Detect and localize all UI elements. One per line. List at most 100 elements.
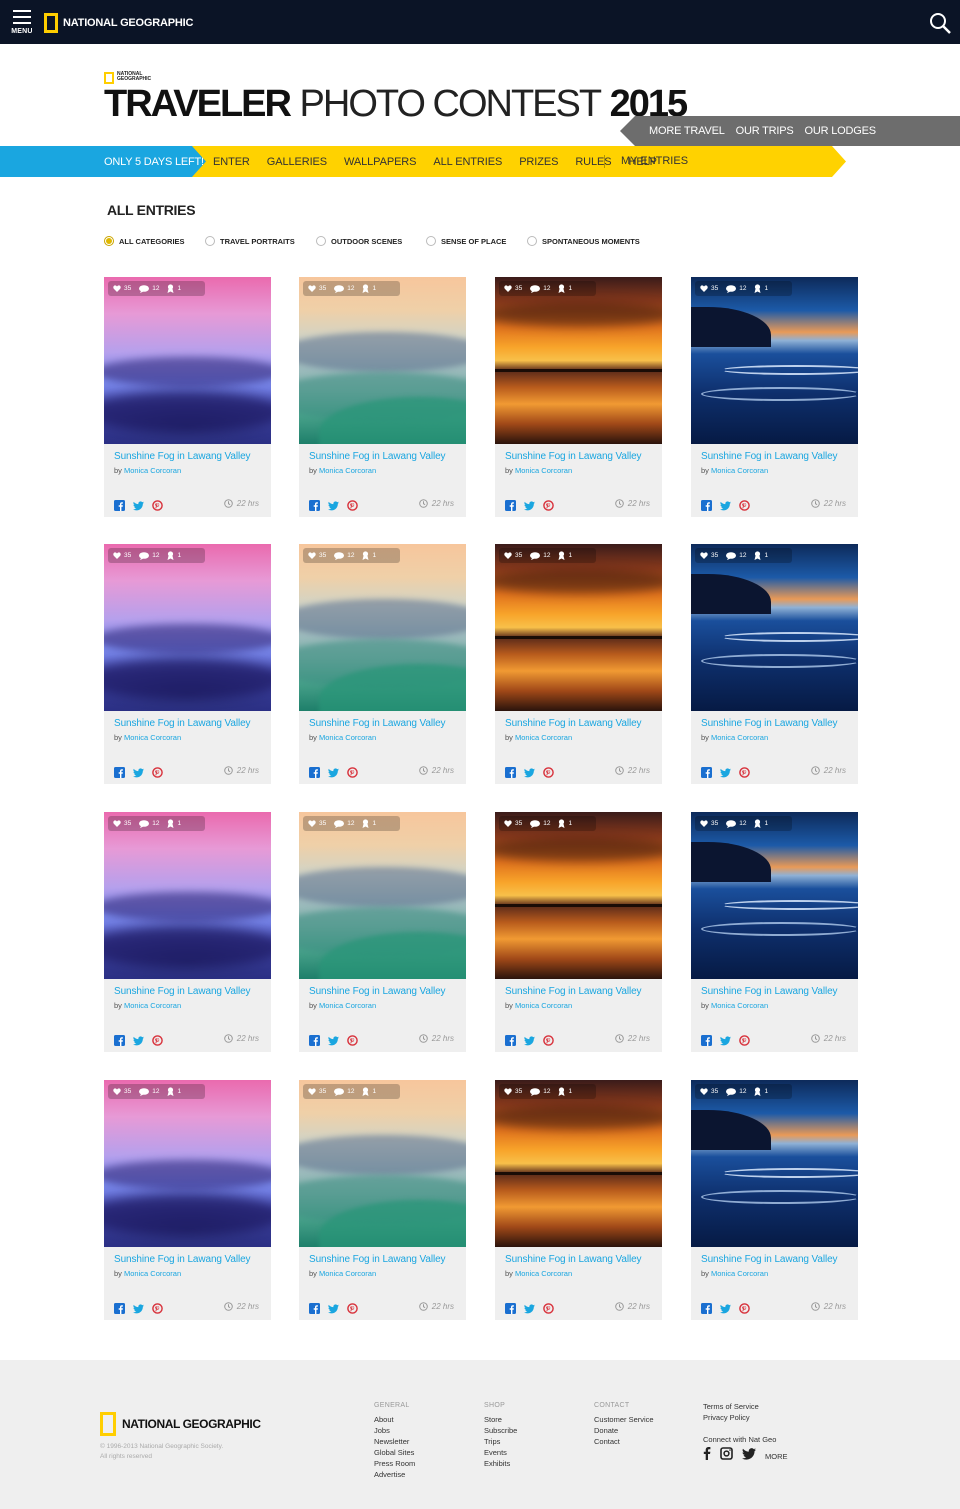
entry-card[interactable]: 35 12 1 Sunshine Fog in Lawang Valley by Mon… xyxy=(691,277,858,517)
entry-photo[interactable] xyxy=(104,544,271,711)
entry-photo[interactable] xyxy=(104,277,271,444)
pinterest-share-icon[interactable] xyxy=(152,1033,163,1046)
entry-card[interactable]: 35 12 1 Sunshine Fog in Lawang Valley by Mon… xyxy=(104,277,271,517)
facebook-share-icon[interactable] xyxy=(701,498,712,511)
footer-logo[interactable]: NATIONAL GEOGRAPHIC xyxy=(100,1412,261,1436)
twitter-share-icon[interactable] xyxy=(720,1033,731,1046)
twitter-share-icon[interactable] xyxy=(524,498,535,511)
twitter-share-icon[interactable] xyxy=(328,1301,339,1314)
entry-title[interactable]: Sunshine Fog in Lawang Valley xyxy=(309,1254,446,1265)
entry-photo[interactable] xyxy=(495,544,662,711)
our-lodges-link[interactable]: OUR LODGES xyxy=(805,125,877,137)
nav-galleries[interactable]: GALLERIES xyxy=(267,156,327,168)
entry-title[interactable]: Sunshine Fog in Lawang Valley xyxy=(114,986,251,997)
footer-link-terms[interactable]: Terms of Service xyxy=(703,1401,776,1412)
entry-photo[interactable] xyxy=(104,1080,271,1247)
entry-title[interactable]: Sunshine Fog in Lawang Valley xyxy=(309,986,446,997)
entry-card[interactable]: 35 12 1 Sunshine Fog in Lawang Valley by Mon… xyxy=(495,812,662,1052)
entry-title[interactable]: Sunshine Fog in Lawang Valley xyxy=(701,1254,838,1265)
entry-card[interactable]: 35 12 1 Sunshine Fog in Lawang Valley by Mon… xyxy=(495,544,662,784)
filter-spontaneous-moments[interactable]: SPONTANEOUS MOMENTS xyxy=(527,236,640,246)
twitter-share-icon[interactable] xyxy=(524,1033,535,1046)
footer-link-newsletter[interactable]: Newsletter xyxy=(374,1436,415,1447)
search-button[interactable] xyxy=(928,11,952,35)
entry-photo[interactable] xyxy=(299,544,466,711)
filter-all-categories[interactable]: ALL CATEGORIES xyxy=(104,236,185,246)
pinterest-share-icon[interactable] xyxy=(739,1033,750,1046)
our-trips-link[interactable]: OUR TRIPS xyxy=(736,125,794,137)
entry-author[interactable]: Monica Corcoran xyxy=(319,1001,376,1010)
social-more-link[interactable]: MORE xyxy=(765,1452,788,1461)
entry-title[interactable]: Sunshine Fog in Lawang Valley xyxy=(505,718,642,729)
footer-link-advertise[interactable]: Advertise xyxy=(374,1469,415,1480)
twitter-share-icon[interactable] xyxy=(133,765,144,778)
facebook-icon[interactable] xyxy=(703,1447,711,1465)
footer-link-donate[interactable]: Donate xyxy=(594,1425,654,1436)
nav-prizes[interactable]: PRIZES xyxy=(519,156,558,168)
facebook-share-icon[interactable] xyxy=(505,1301,516,1314)
twitter-share-icon[interactable] xyxy=(133,1033,144,1046)
instagram-icon[interactable] xyxy=(720,1447,733,1465)
pinterest-share-icon[interactable] xyxy=(347,1033,358,1046)
twitter-share-icon[interactable] xyxy=(328,498,339,511)
entry-card[interactable]: 35 12 1 Sunshine Fog in Lawang Valley by Mon… xyxy=(299,544,466,784)
facebook-share-icon[interactable] xyxy=(505,1033,516,1046)
entry-author[interactable]: Monica Corcoran xyxy=(124,466,181,475)
entry-photo[interactable] xyxy=(691,1080,858,1247)
filter-outdoor-scenes[interactable]: OUTDOOR SCENES xyxy=(316,236,402,246)
entry-photo[interactable] xyxy=(299,812,466,979)
facebook-share-icon[interactable] xyxy=(114,765,125,778)
entry-photo[interactable] xyxy=(495,812,662,979)
nav-all-entries[interactable]: ALL ENTRIES xyxy=(433,156,502,168)
facebook-share-icon[interactable] xyxy=(505,765,516,778)
entry-author[interactable]: Monica Corcoran xyxy=(124,1269,181,1278)
entry-title[interactable]: Sunshine Fog in Lawang Valley xyxy=(309,451,446,462)
entry-title[interactable]: Sunshine Fog in Lawang Valley xyxy=(701,986,838,997)
nav-my-entries[interactable]: MY ENTRIES xyxy=(621,146,688,177)
entry-author[interactable]: Monica Corcoran xyxy=(319,1269,376,1278)
footer-link-subscribe[interactable]: Subscribe xyxy=(484,1425,517,1436)
entry-photo[interactable] xyxy=(691,812,858,979)
pinterest-share-icon[interactable] xyxy=(543,498,554,511)
twitter-share-icon[interactable] xyxy=(328,765,339,778)
nat-geo-logo[interactable]: NATIONAL GEOGRAPHIC xyxy=(44,12,193,34)
entry-author[interactable]: Monica Corcoran xyxy=(515,733,572,742)
twitter-share-icon[interactable] xyxy=(720,1301,731,1314)
entry-photo[interactable] xyxy=(299,1080,466,1247)
more-travel-link[interactable]: MORE TRAVEL xyxy=(649,125,725,137)
entry-author[interactable]: Monica Corcoran xyxy=(319,733,376,742)
footer-link-store[interactable]: Store xyxy=(484,1414,517,1425)
facebook-share-icon[interactable] xyxy=(701,1033,712,1046)
entry-photo[interactable] xyxy=(691,277,858,444)
nav-wallpapers[interactable]: WALLPAPERS xyxy=(344,156,416,168)
entry-card[interactable]: 35 12 1 Sunshine Fog in Lawang Valley by Mon… xyxy=(299,1080,466,1320)
entry-author[interactable]: Monica Corcoran xyxy=(124,1001,181,1010)
pinterest-share-icon[interactable] xyxy=(152,1301,163,1314)
entry-title[interactable]: Sunshine Fog in Lawang Valley xyxy=(114,451,251,462)
entry-card[interactable]: 35 12 1 Sunshine Fog in Lawang Valley by Mon… xyxy=(104,812,271,1052)
twitter-share-icon[interactable] xyxy=(720,498,731,511)
entry-photo[interactable] xyxy=(495,277,662,444)
pinterest-share-icon[interactable] xyxy=(543,1301,554,1314)
entry-author[interactable]: Monica Corcoran xyxy=(515,1001,572,1010)
nav-rules[interactable]: RULES xyxy=(575,156,611,168)
pinterest-share-icon[interactable] xyxy=(152,498,163,511)
pinterest-share-icon[interactable] xyxy=(543,1033,554,1046)
entry-author[interactable]: Monica Corcoran xyxy=(515,466,572,475)
pinterest-share-icon[interactable] xyxy=(739,765,750,778)
twitter-share-icon[interactable] xyxy=(133,1301,144,1314)
entry-author[interactable]: Monica Corcoran xyxy=(711,466,768,475)
pinterest-share-icon[interactable] xyxy=(543,765,554,778)
entry-title[interactable]: Sunshine Fog in Lawang Valley xyxy=(114,718,251,729)
entry-card[interactable]: 35 12 1 Sunshine Fog in Lawang Valley by Mon… xyxy=(299,812,466,1052)
footer-link-contact[interactable]: Contact xyxy=(594,1436,654,1447)
pinterest-share-icon[interactable] xyxy=(347,765,358,778)
filter-sense-of-place[interactable]: SENSE OF PLACE xyxy=(426,236,506,246)
footer-link-events[interactable]: Events xyxy=(484,1447,517,1458)
footer-link-jobs[interactable]: Jobs xyxy=(374,1425,415,1436)
footer-link-privacy[interactable]: Privacy Policy xyxy=(703,1412,776,1423)
facebook-share-icon[interactable] xyxy=(505,498,516,511)
entry-card[interactable]: 35 12 1 Sunshine Fog in Lawang Valley by Mon… xyxy=(691,812,858,1052)
entry-card[interactable]: 35 12 1 Sunshine Fog in Lawang Valley by Mon… xyxy=(104,544,271,784)
entry-photo[interactable] xyxy=(691,544,858,711)
